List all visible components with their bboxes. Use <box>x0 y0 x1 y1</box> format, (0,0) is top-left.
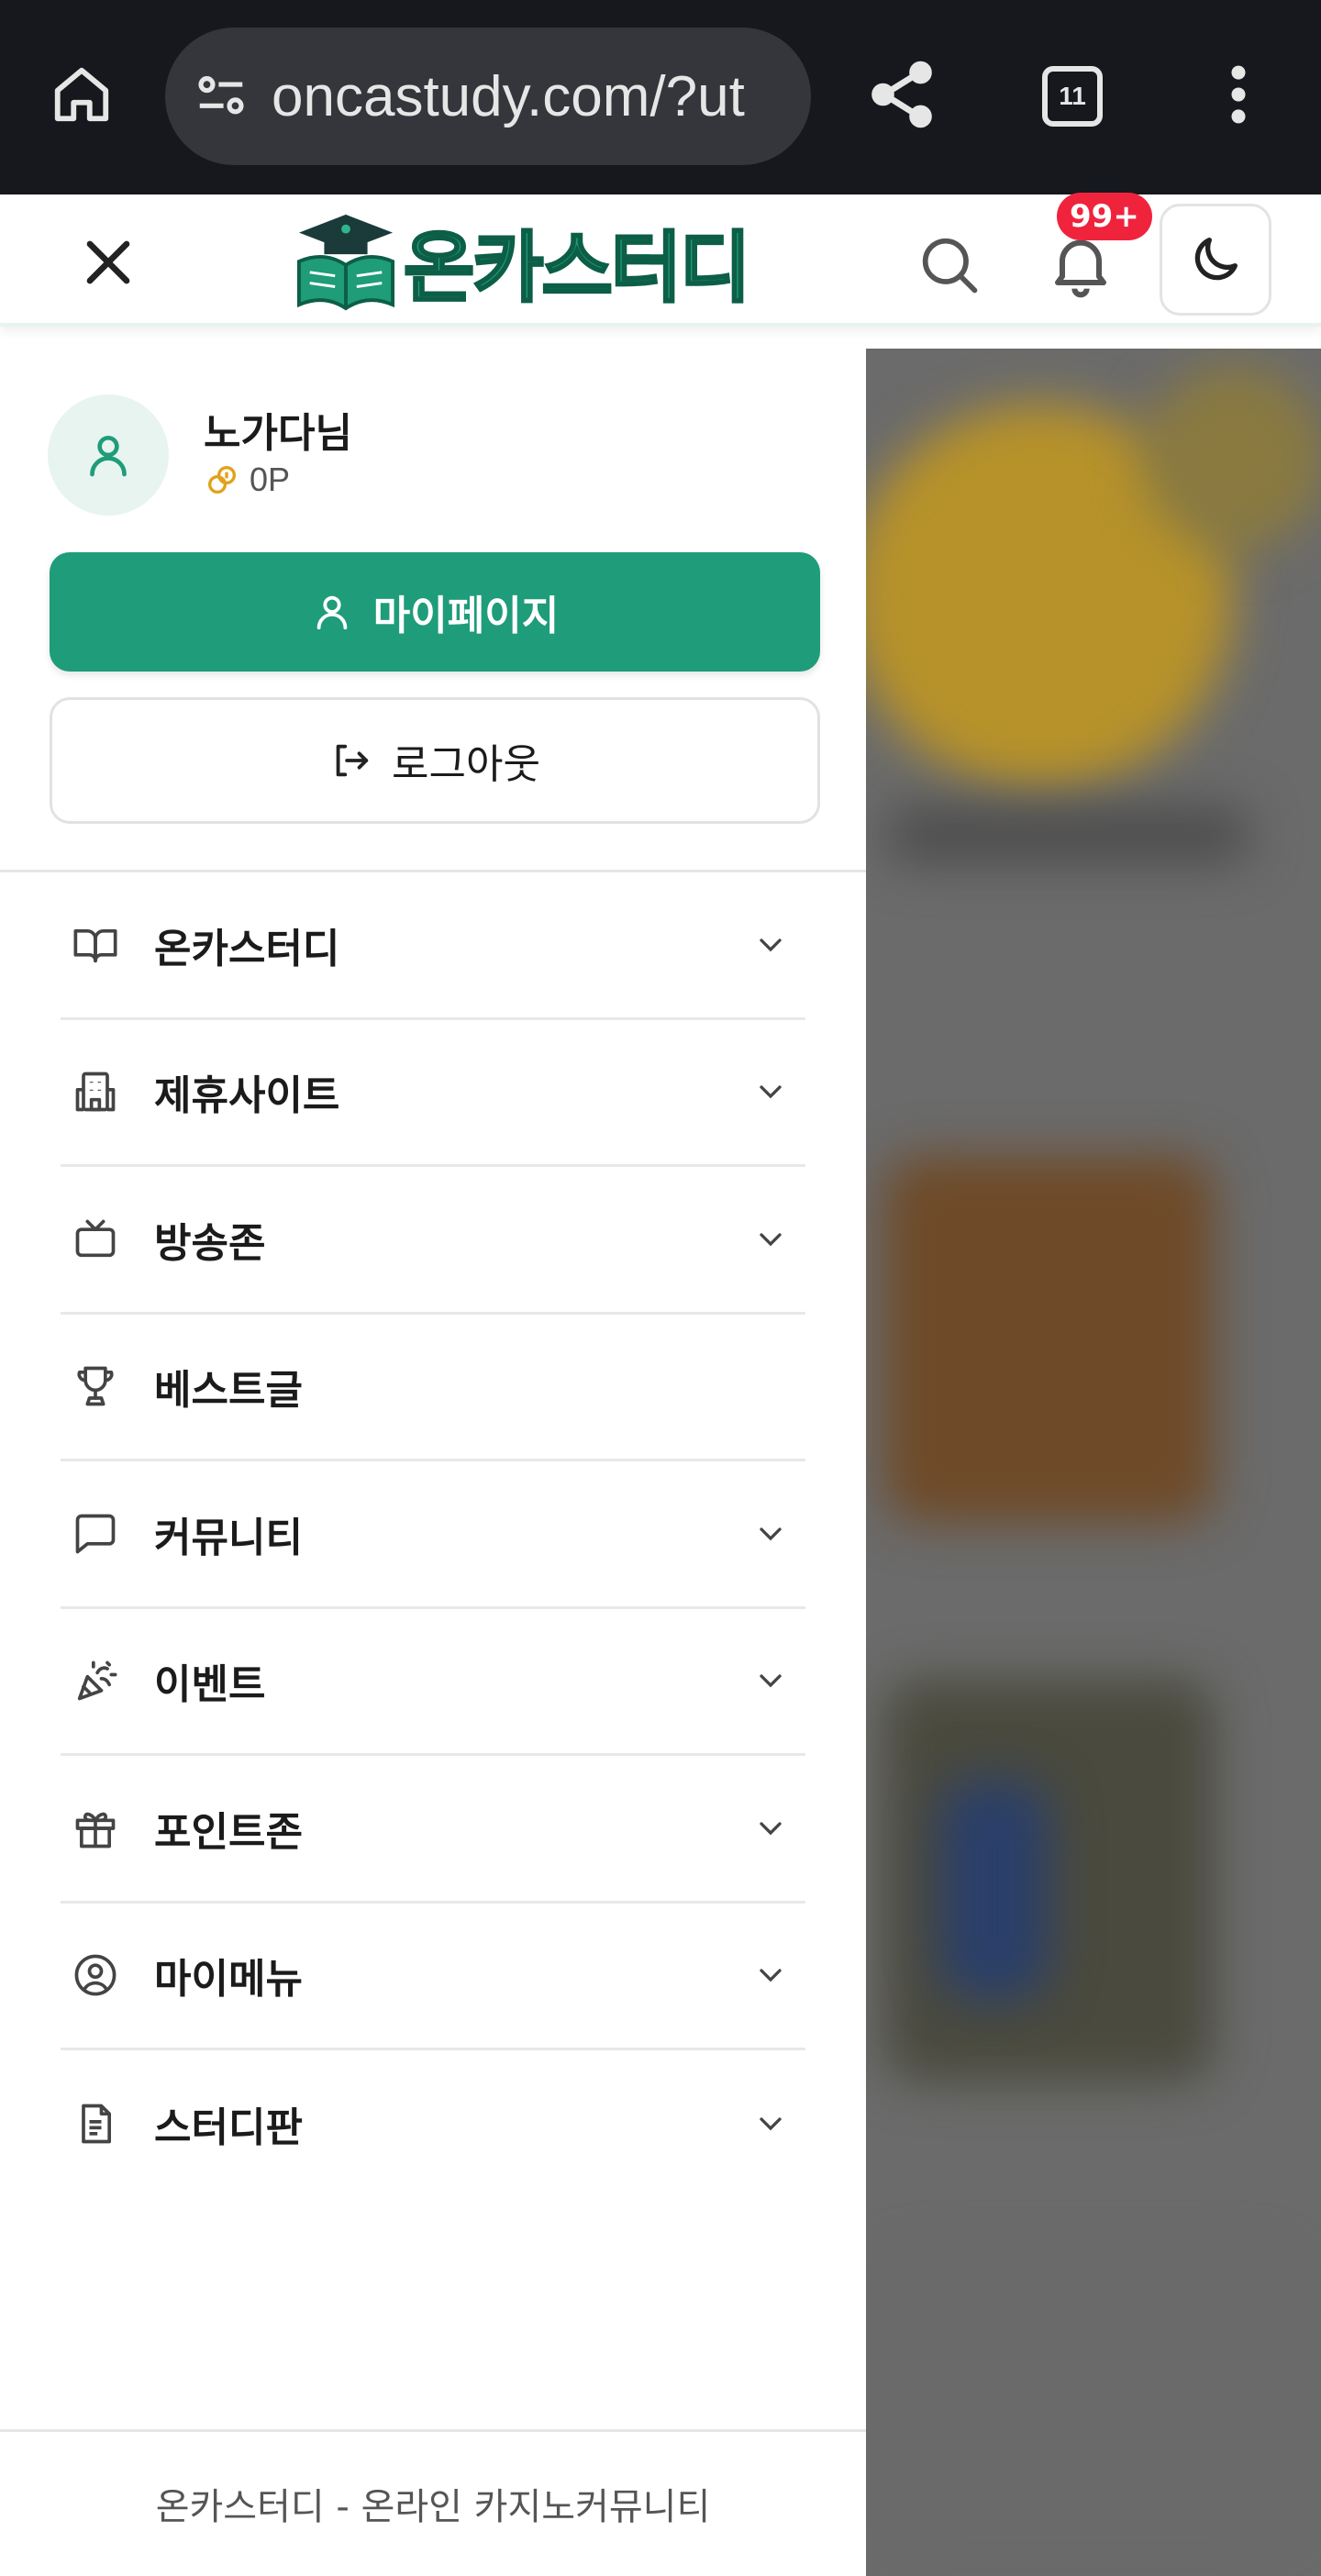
home-icon[interactable] <box>44 57 119 132</box>
menu-label: 마이메뉴 <box>154 1956 303 2004</box>
menu-label: 방송존 <box>154 1219 266 1267</box>
address-bar[interactable]: oncastudy.com/?ut <box>165 28 811 165</box>
chevron-down-icon[interactable] <box>752 2105 789 2142</box>
menu-item-oncastudy[interactable]: 온카스터디 <box>61 872 805 1020</box>
menu-label: 스터디판 <box>154 2104 303 2152</box>
menu-item-best-posts[interactable]: 베스트글 <box>61 1315 805 1461</box>
site-settings-icon[interactable] <box>193 68 250 125</box>
close-menu-icon[interactable] <box>72 226 145 299</box>
share-icon[interactable] <box>864 57 939 132</box>
page-overlay[interactable] <box>866 349 1321 2576</box>
site-logo[interactable]: 온카스터디 <box>292 207 769 316</box>
side-drawer: 노가다님 0P 마이페이지 로그아웃 온카스터디 제휴사이트 방송존 베스트글 … <box>0 349 866 2576</box>
mypage-label: 마이페이지 <box>372 593 560 639</box>
chevron-down-icon[interactable] <box>752 927 789 963</box>
graduation-cap-book-icon <box>296 214 395 311</box>
menu-label: 베스트글 <box>154 1367 303 1415</box>
drawer-footer: 온카스터디 - 온라인 카지노커뮤니티 <box>155 2486 711 2528</box>
menu-label: 포인트존 <box>154 1808 303 1856</box>
gift-icon <box>75 1812 116 1849</box>
trophy-icon <box>77 1366 114 1406</box>
chevron-down-icon[interactable] <box>752 1221 789 1258</box>
menu-item-community[interactable]: 커뮤니티 <box>61 1461 805 1609</box>
menu-item-study-board[interactable]: 스터디판 <box>61 2050 805 2198</box>
notification-badge: 99+ <box>1057 193 1152 240</box>
mypage-button[interactable]: 마이페이지 <box>50 552 820 672</box>
menu-label: 커뮤니티 <box>154 1514 303 1561</box>
menu-item-events[interactable]: 이벤트 <box>61 1609 805 1756</box>
menu-item-partner-sites[interactable]: 제휴사이트 <box>61 1020 805 1167</box>
browser-toolbar: oncastudy.com/?ut 11 <box>0 0 1321 194</box>
tv-icon <box>75 1219 116 1257</box>
divider <box>0 2429 866 2432</box>
logout-label: 로그아웃 <box>392 741 540 788</box>
username: 노가다님 <box>204 410 352 457</box>
book-icon <box>73 928 117 962</box>
user-icon <box>316 595 348 630</box>
party-popper-icon <box>77 1660 117 1701</box>
user-circle-icon <box>74 1954 117 1996</box>
url-text[interactable]: oncastudy.com/?ut <box>272 64 745 129</box>
menu-item-my-menu[interactable]: 마이메뉴 <box>61 1904 805 2050</box>
document-icon <box>82 2104 112 2144</box>
building-icon <box>75 1071 116 1112</box>
menu-label: 제휴사이트 <box>154 1072 340 1120</box>
menu-label: 온카스터디 <box>154 925 340 972</box>
logout-button[interactable]: 로그아웃 <box>50 697 820 824</box>
logo-text: 온카스터디 <box>402 221 751 314</box>
chevron-down-icon[interactable] <box>752 1073 789 1110</box>
search-icon[interactable] <box>914 229 983 299</box>
avatar[interactable] <box>48 394 169 516</box>
chevron-down-icon[interactable] <box>752 1810 789 1847</box>
chevron-down-icon[interactable] <box>752 1516 789 1552</box>
coins-icon <box>208 466 236 494</box>
user-icon <box>90 436 127 477</box>
menu-label: 이벤트 <box>154 1661 266 1709</box>
menu-item-point-zone[interactable]: 포인트존 <box>61 1756 805 1904</box>
drawer-menu: 온카스터디 제휴사이트 방송존 베스트글 커뮤니티 이벤트 포인트존 마이메뉴 … <box>61 872 805 2198</box>
chevron-down-icon[interactable] <box>752 1957 789 1993</box>
menu-item-broadcast-zone[interactable]: 방송존 <box>61 1167 805 1315</box>
chevron-down-icon[interactable] <box>752 1662 789 1699</box>
dark-mode-toggle[interactable] <box>1160 204 1271 316</box>
moon-icon <box>1194 238 1238 281</box>
chat-icon <box>75 1514 116 1554</box>
points-display: 0P <box>204 461 290 499</box>
tab-switcher-button[interactable]: 11 <box>1042 66 1103 127</box>
points-value: 0P <box>250 461 291 498</box>
more-options-icon[interactable] <box>1211 57 1266 132</box>
logout-icon <box>336 744 369 777</box>
